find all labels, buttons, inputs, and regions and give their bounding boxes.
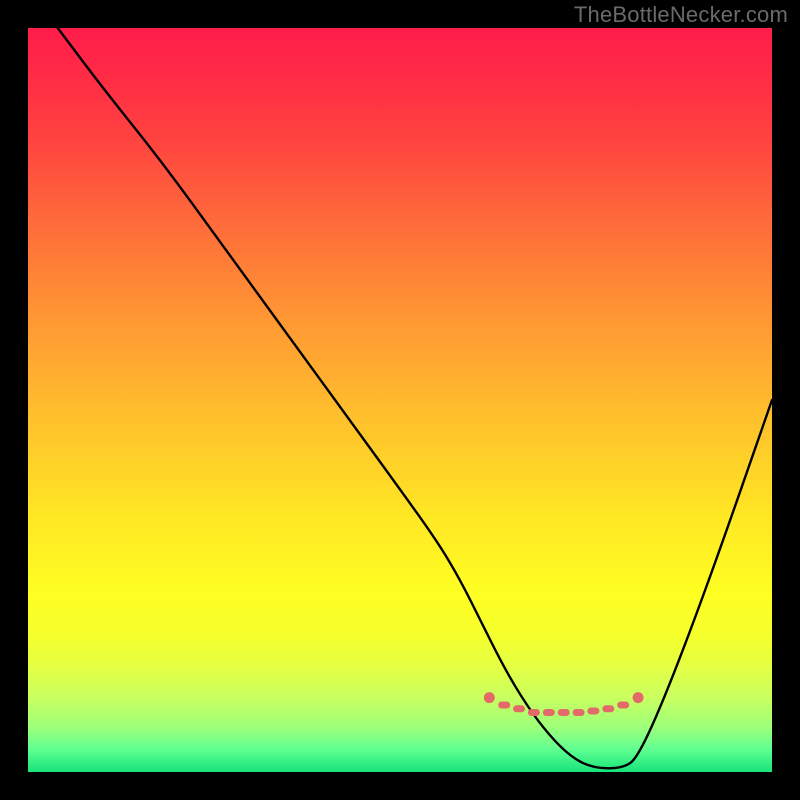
flat-region-dash xyxy=(602,705,614,712)
flat-region-dash xyxy=(528,709,540,716)
flat-region-dash xyxy=(513,705,525,712)
bottleneck-curve-path xyxy=(58,28,772,768)
flat-region-dash xyxy=(543,709,555,716)
plot-area xyxy=(28,28,772,772)
flat-region-dot xyxy=(484,692,495,703)
flat-region-dash xyxy=(587,708,599,715)
chart-frame: TheBottleNecker.com xyxy=(0,0,800,800)
flat-region-markers xyxy=(484,692,644,716)
bottleneck-curve-svg xyxy=(28,28,772,772)
flat-region-dot xyxy=(633,692,644,703)
flat-region-dash xyxy=(617,702,629,709)
flat-region-dash xyxy=(558,709,570,716)
watermark-label: TheBottleNecker.com xyxy=(574,2,788,28)
flat-region-dash xyxy=(498,702,510,709)
flat-region-dash xyxy=(573,709,585,716)
